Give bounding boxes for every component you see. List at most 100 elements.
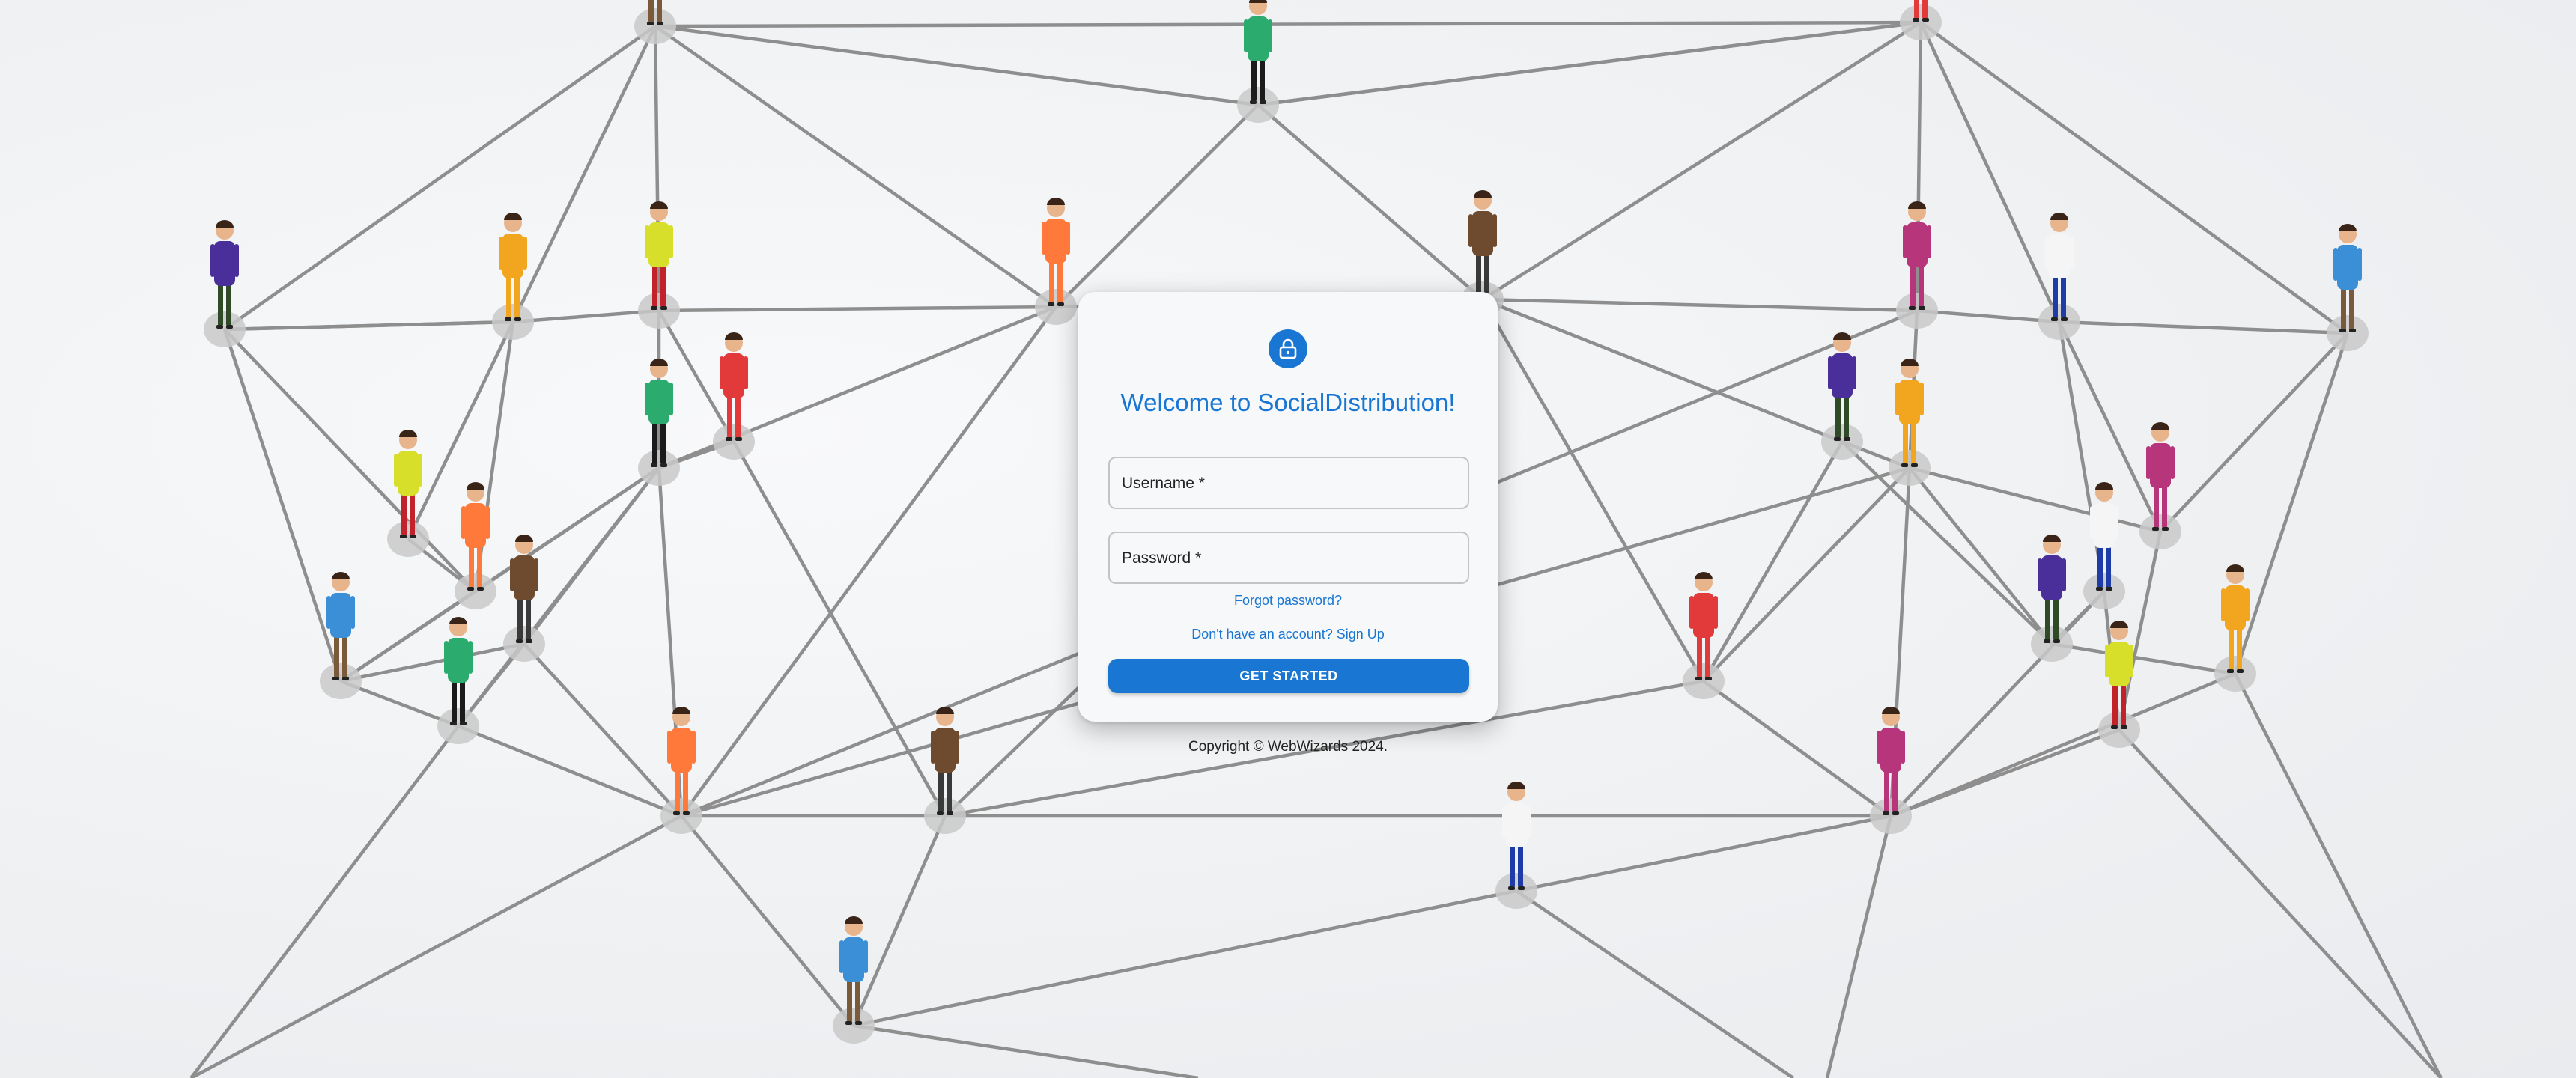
person-figure-part (505, 317, 511, 321)
person-figure-part (2225, 585, 2246, 630)
person-figure-part (720, 356, 724, 389)
person-figure-part (514, 275, 520, 319)
node-shadow (638, 450, 680, 486)
username-field[interactable]: Username * (1108, 457, 1469, 509)
person-figure-part (652, 421, 657, 465)
node-shadow (1821, 424, 1863, 460)
person-figure-part (461, 506, 466, 539)
person-figure-part (1249, 0, 1267, 3)
person-figure-part (1244, 19, 1248, 52)
person-figure-part (735, 395, 741, 439)
person-figure-part (1693, 593, 1714, 638)
person-figure-part (2129, 645, 2133, 677)
password-input[interactable] (1110, 533, 1468, 582)
node-shadow (387, 521, 429, 557)
person-figure-part (2227, 669, 2234, 673)
person-figure-part (673, 811, 680, 815)
person-figure-part (1507, 782, 1525, 789)
person-figure-part (735, 437, 742, 441)
person-figure-part (1907, 222, 1928, 267)
person-figure-part (2333, 248, 2338, 281)
person-figure-part (2049, 234, 2070, 278)
person-figure-part (1922, 0, 1928, 19)
person-figure-part (645, 225, 649, 258)
network-edge (1481, 298, 1705, 683)
person-figure-part (515, 535, 533, 542)
person-figure-part (2341, 287, 2346, 330)
person-figure-part (504, 213, 522, 220)
person-figure-part (660, 264, 666, 308)
person-figure-part (660, 421, 666, 465)
person-figure-part (1835, 395, 1841, 439)
person-figure-part (485, 506, 490, 539)
network-edge (2233, 332, 2350, 674)
person-figure-part (514, 555, 535, 600)
person-figure-part (2337, 245, 2358, 290)
person-figure-part (1919, 264, 1924, 308)
person-figure-part (1903, 421, 1908, 465)
person-figure-part (1689, 596, 1694, 629)
person-figure-part (2349, 329, 2356, 332)
person-figure-part (2038, 558, 2042, 591)
person-figure-part (1057, 302, 1064, 306)
person-figure-part (2041, 555, 2062, 600)
person-figure-part (502, 234, 523, 278)
person-figure-part (2150, 443, 2171, 488)
person-figure-part (651, 463, 657, 467)
network-edge (1909, 466, 2161, 534)
person-figure-part (514, 317, 521, 321)
network-edge (223, 328, 477, 593)
network-edge (2233, 672, 2443, 1078)
node-shadow (503, 626, 545, 662)
signup-link[interactable]: Don't have an account? Sign Up (1078, 625, 1498, 643)
person-figure-part (1919, 383, 1924, 415)
person-figure-part (1250, 100, 1257, 104)
person-figure-part (937, 811, 944, 815)
person-figure-part (214, 241, 235, 286)
username-input[interactable] (1110, 458, 1468, 508)
person-figure-part (210, 244, 215, 277)
person-figure-part (468, 641, 473, 674)
webwizards-link[interactable]: WebWizards (1268, 739, 1348, 755)
network-edge (1702, 680, 1892, 817)
node-shadow (1896, 293, 1938, 329)
node-shadow (437, 708, 479, 744)
person-figure-part (2349, 287, 2354, 330)
person-figure-part (2357, 248, 2362, 281)
person-figure-part (2226, 564, 2244, 572)
person-figure-part (2339, 224, 2357, 231)
person-figure-part (460, 722, 467, 725)
person-figure-part (477, 545, 482, 588)
network-edge (658, 305, 1057, 313)
person-figure-part (2170, 446, 2175, 479)
network-edge (458, 724, 682, 818)
forgot-password-link[interactable]: Forgot password? (1078, 591, 1498, 609)
person-figure-part (2096, 587, 2103, 591)
node-shadow (455, 573, 496, 609)
node-shadow (320, 663, 362, 699)
node-shadow (2098, 712, 2140, 748)
node-shadow (1237, 87, 1279, 123)
password-field[interactable]: Password * (1108, 532, 1469, 584)
person-figure-part (947, 770, 952, 813)
person-figure-part (648, 380, 669, 424)
person-figure-part (1474, 190, 1492, 198)
person-figure-part (1508, 886, 1515, 890)
person-figure-part (1919, 306, 1925, 310)
person-figure-part (1828, 356, 1832, 389)
person-figure-part (1492, 214, 1497, 247)
person-figure-part (1911, 463, 1918, 467)
person-figure-part (216, 220, 234, 228)
get-started-button[interactable]: GET STARTED (1108, 659, 1469, 693)
person-figure-part (1911, 421, 1916, 465)
person-figure-part (2121, 683, 2126, 727)
person-figure-part (350, 596, 355, 629)
node-shadow (204, 311, 246, 347)
network-edge (1919, 21, 2349, 335)
node-shadow (660, 798, 702, 834)
person-figure-part (2044, 639, 2050, 643)
copyright-footer: Copyright © WebWizards 2024. (1078, 738, 1498, 756)
person-figure-part (2045, 597, 2050, 641)
person-figure-part (847, 979, 852, 1023)
person-figure-part (2151, 422, 2169, 430)
